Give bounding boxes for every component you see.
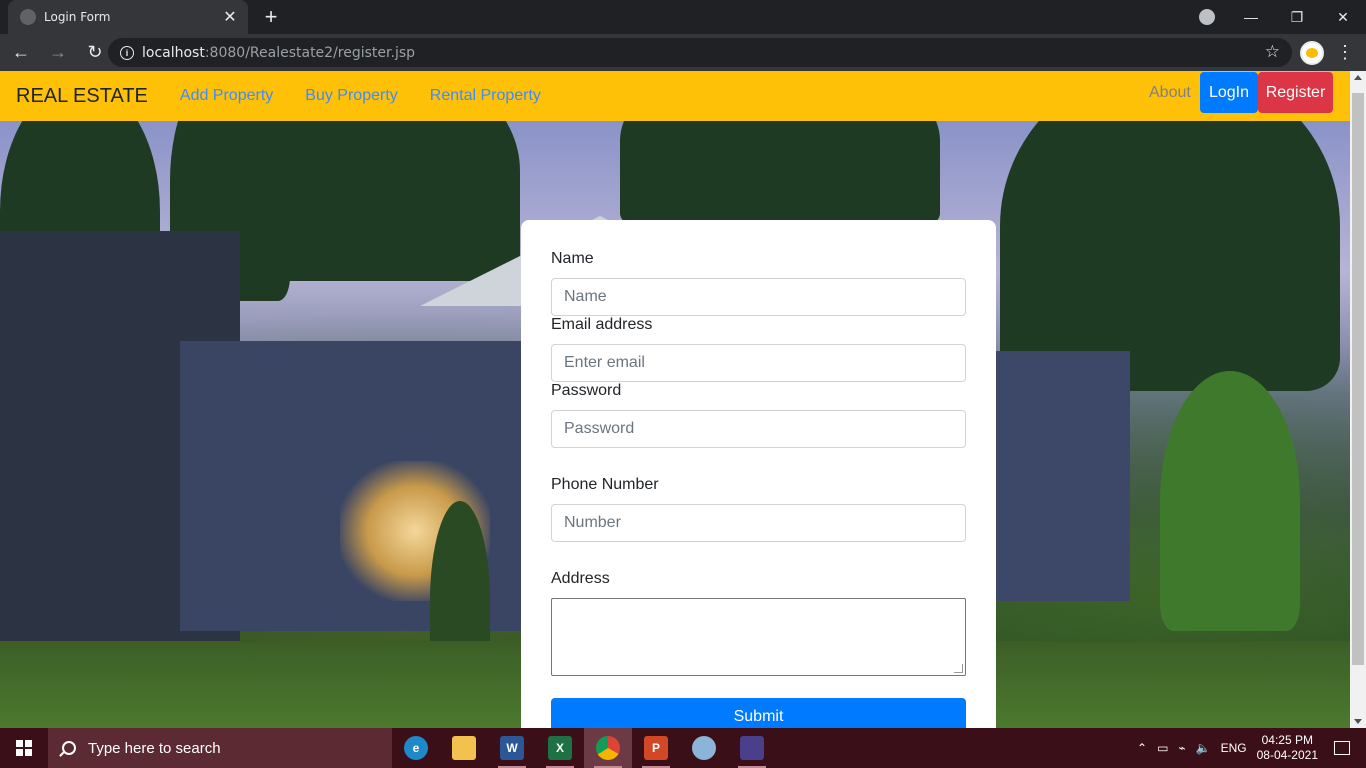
edge-icon[interactable]: e: [392, 728, 440, 768]
system-tray: ⌃ ▭ ⌁ 🔈 ENG 04:25 PM 08-04-2021: [1137, 728, 1366, 768]
chevron-up-icon[interactable]: ⌃: [1137, 741, 1147, 755]
password-input[interactable]: Password: [551, 410, 966, 448]
chrome-icon[interactable]: [584, 728, 632, 768]
name-input[interactable]: Name: [551, 278, 966, 316]
app-icon[interactable]: [728, 728, 776, 768]
profile-avatar[interactable]: [1300, 41, 1324, 65]
nav-link-rental-property[interactable]: Rental Property: [430, 87, 541, 105]
new-tab-button[interactable]: +: [258, 4, 284, 30]
language-indicator[interactable]: ENG: [1221, 741, 1247, 755]
close-tab-icon[interactable]: ✕: [222, 7, 238, 27]
url-host: localhost: [142, 44, 205, 61]
info-icon[interactable]: i: [120, 45, 134, 60]
browser-tabstrip: Login Form ✕ + — ❐ ✕: [0, 0, 1366, 34]
notification-icon[interactable]: [1334, 741, 1350, 755]
brand-logo-text[interactable]: REAL ESTATE: [16, 85, 148, 108]
taskbar-search-placeholder: Type here to search: [88, 739, 221, 757]
close-window-icon[interactable]: ✕: [1320, 9, 1366, 26]
register-form-card: Name Name Email address Enter email Pass…: [521, 220, 996, 728]
page-viewport: REAL ESTATE Add Property Buy Property Re…: [0, 71, 1350, 728]
network-icon[interactable]: ⌁: [1178, 741, 1185, 755]
kebab-menu-icon[interactable]: ⋮: [1336, 42, 1354, 63]
back-icon[interactable]: ←: [5, 42, 37, 63]
tab-search-icon[interactable]: [1199, 9, 1215, 25]
email-label: Email address: [551, 316, 653, 333]
browser-tab[interactable]: Login Form ✕: [8, 0, 248, 34]
bookmark-star-icon[interactable]: ☆: [1265, 42, 1280, 62]
browser-toolbar: ← → ↻ i localhost:8080/Realestate2/regis…: [0, 34, 1366, 71]
phone-label: Phone Number: [551, 476, 659, 493]
battery-icon[interactable]: ▭: [1157, 741, 1168, 755]
password-group: Password: [551, 410, 966, 448]
reload-icon[interactable]: ↻: [79, 42, 111, 63]
nav-link-buy-property[interactable]: Buy Property: [305, 87, 397, 105]
nav-link-add-property[interactable]: Add Property: [180, 87, 273, 105]
submit-button[interactable]: Submit: [551, 698, 966, 728]
paint-icon[interactable]: [680, 728, 728, 768]
search-icon: [62, 741, 76, 755]
scroll-up-icon[interactable]: [1354, 75, 1362, 80]
page-scrollbar[interactable]: [1350, 71, 1366, 728]
email-group: Enter email: [551, 344, 966, 382]
window-controls: — ❐ ✕: [1228, 0, 1366, 34]
excel-icon[interactable]: X: [536, 728, 584, 768]
clock-date: 08-04-2021: [1256, 748, 1318, 762]
login-button[interactable]: LogIn: [1200, 72, 1258, 113]
house-right-wing: [990, 351, 1130, 601]
url-text: localhost:8080/Realestate2/register.jsp: [142, 45, 415, 61]
url-path: :8080/Realestate2/register.jsp: [204, 44, 416, 61]
scroll-thumb[interactable]: [1352, 93, 1364, 665]
nav-link-about[interactable]: About: [1149, 84, 1191, 102]
site-navbar: REAL ESTATE Add Property Buy Property Re…: [0, 71, 1350, 121]
restore-icon[interactable]: ❐: [1274, 9, 1320, 26]
name-label: Name: [551, 250, 594, 267]
file-explorer-icon[interactable]: [440, 728, 488, 768]
name-group: Name: [551, 278, 966, 316]
register-button[interactable]: Register: [1258, 72, 1333, 113]
phone-group: Number: [551, 504, 966, 542]
password-label: Password: [551, 382, 622, 399]
windows-logo-icon: [16, 740, 32, 756]
windows-taskbar: Type here to search e W X P ⌃ ▭ ⌁ 🔈 ENG …: [0, 728, 1366, 768]
start-button[interactable]: [0, 728, 48, 768]
taskbar-search[interactable]: Type here to search: [48, 728, 392, 768]
word-icon[interactable]: W: [488, 728, 536, 768]
address-bar[interactable]: i localhost:8080/Realestate2/register.js…: [108, 38, 1292, 67]
email-input[interactable]: Enter email: [551, 344, 966, 382]
clock-time: 04:25 PM: [1261, 733, 1313, 747]
tab-title: Login Form: [44, 10, 111, 24]
address-group: [551, 598, 966, 676]
globe-icon: [20, 9, 36, 25]
phone-input[interactable]: Number: [551, 504, 966, 542]
minimize-icon[interactable]: —: [1228, 9, 1274, 25]
volume-icon[interactable]: 🔈: [1196, 741, 1211, 755]
address-label: Address: [551, 570, 610, 587]
scroll-down-icon[interactable]: [1354, 719, 1362, 724]
tree-shape: [1160, 371, 1300, 631]
address-textarea[interactable]: [551, 598, 966, 676]
powerpoint-icon[interactable]: P: [632, 728, 680, 768]
forward-icon[interactable]: →: [42, 42, 74, 63]
clock[interactable]: 04:25 PM 08-04-2021: [1257, 733, 1318, 763]
